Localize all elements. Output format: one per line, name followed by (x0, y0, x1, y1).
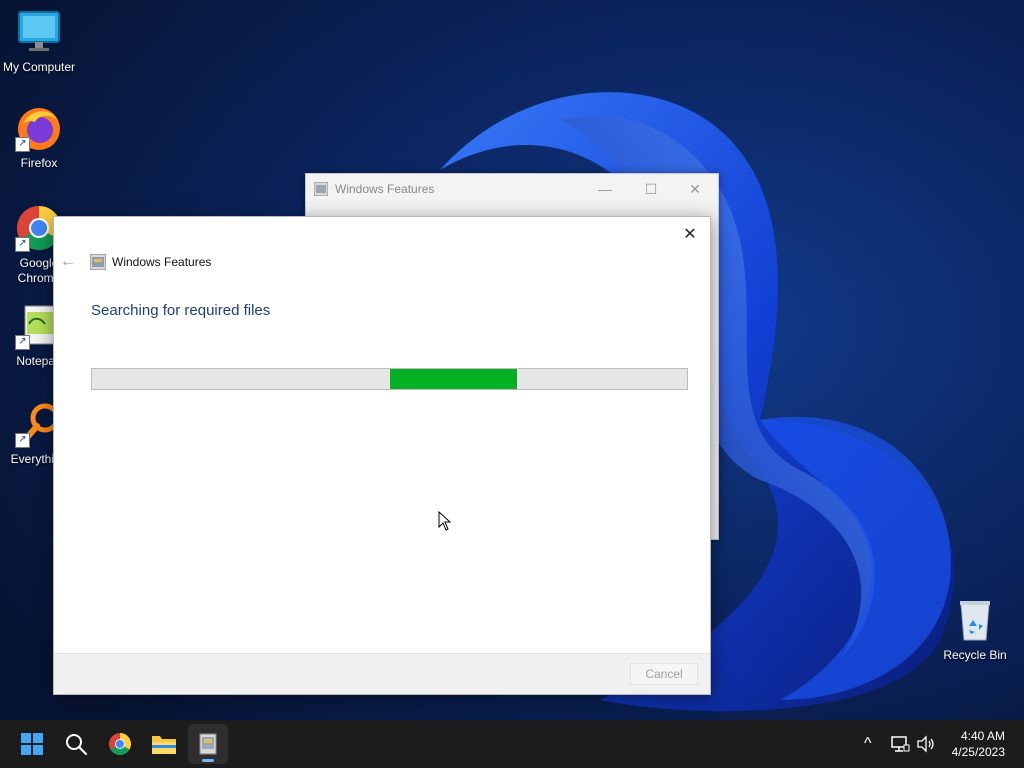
shortcut-arrow-icon: ↗ (15, 137, 30, 152)
windows-features-icon (90, 254, 106, 270)
chevron-up-icon: ^ (864, 735, 872, 752)
active-indicator (202, 759, 214, 762)
file-explorer-icon (152, 736, 176, 754)
search-icon (66, 734, 88, 756)
firefox-icon: ↗ (15, 104, 63, 152)
clock-time: 4:40 AM (960, 729, 1005, 743)
clock[interactable]: 4:40 AM 4/25/2023 (952, 728, 1005, 760)
taskbar: ^ 4:40 AM 4/25/2023 (0, 720, 1024, 768)
maximize-button[interactable]: ☐ (628, 174, 674, 204)
cancel-button[interactable]: Cancel (630, 663, 698, 685)
dialog-title: Windows Features (112, 255, 212, 269)
dialog-footer: Cancel (54, 653, 710, 694)
desktop-icon-recycle-bin[interactable]: Recycle Bin (936, 596, 1014, 663)
back-arrow-icon[interactable]: ← (54, 253, 88, 271)
shortcut-arrow-icon: ↗ (15, 335, 30, 350)
desktop-icon-label: My Computer (2, 60, 76, 74)
desktop-icon-label: Firefox (20, 156, 58, 170)
windows-features-icon (199, 733, 217, 755)
volume-button[interactable] (916, 720, 936, 768)
dialog-header: ← Windows Features (54, 251, 211, 273)
status-heading: Searching for required files (91, 302, 271, 319)
desktop-icon-label: Recycle Bin (943, 648, 1007, 662)
windows-features-icon (314, 182, 328, 196)
network-button[interactable] (890, 720, 910, 768)
mouse-cursor-icon (438, 511, 452, 531)
minimize-button[interactable]: — (582, 174, 628, 204)
tray-overflow-button[interactable]: ^ (860, 720, 876, 768)
recycle-bin-icon (951, 596, 999, 644)
shortcut-arrow-icon: ↗ (15, 237, 30, 252)
shortcut-arrow-icon: ↗ (15, 433, 30, 448)
background-window-title: Windows Features (335, 182, 435, 196)
network-icon (891, 736, 910, 752)
taskbar-search-button[interactable] (56, 724, 96, 764)
progress-marquee-fill (390, 369, 517, 389)
dialog-close-button[interactable]: ✕ (676, 221, 704, 247)
desktop-icon-my-computer[interactable]: My Computer (0, 8, 78, 75)
taskbar-windows-features-button[interactable] (188, 724, 228, 764)
close-button[interactable]: ✕ (672, 174, 718, 204)
chrome-icon (109, 733, 131, 755)
start-icon (21, 733, 43, 755)
desktop-icon-firefox[interactable]: ↗ Firefox (0, 104, 78, 171)
progress-bar (91, 368, 688, 390)
volume-icon (917, 735, 934, 753)
taskbar-file-explorer-button[interactable] (144, 724, 184, 764)
monitor-icon (15, 8, 63, 56)
taskbar-chrome-button[interactable] (100, 724, 140, 764)
clock-date: 4/25/2023 (951, 745, 1005, 759)
windows-features-dialog[interactable]: ✕ ← Windows Features Searching for requi… (53, 216, 711, 695)
start-button[interactable] (12, 724, 52, 764)
